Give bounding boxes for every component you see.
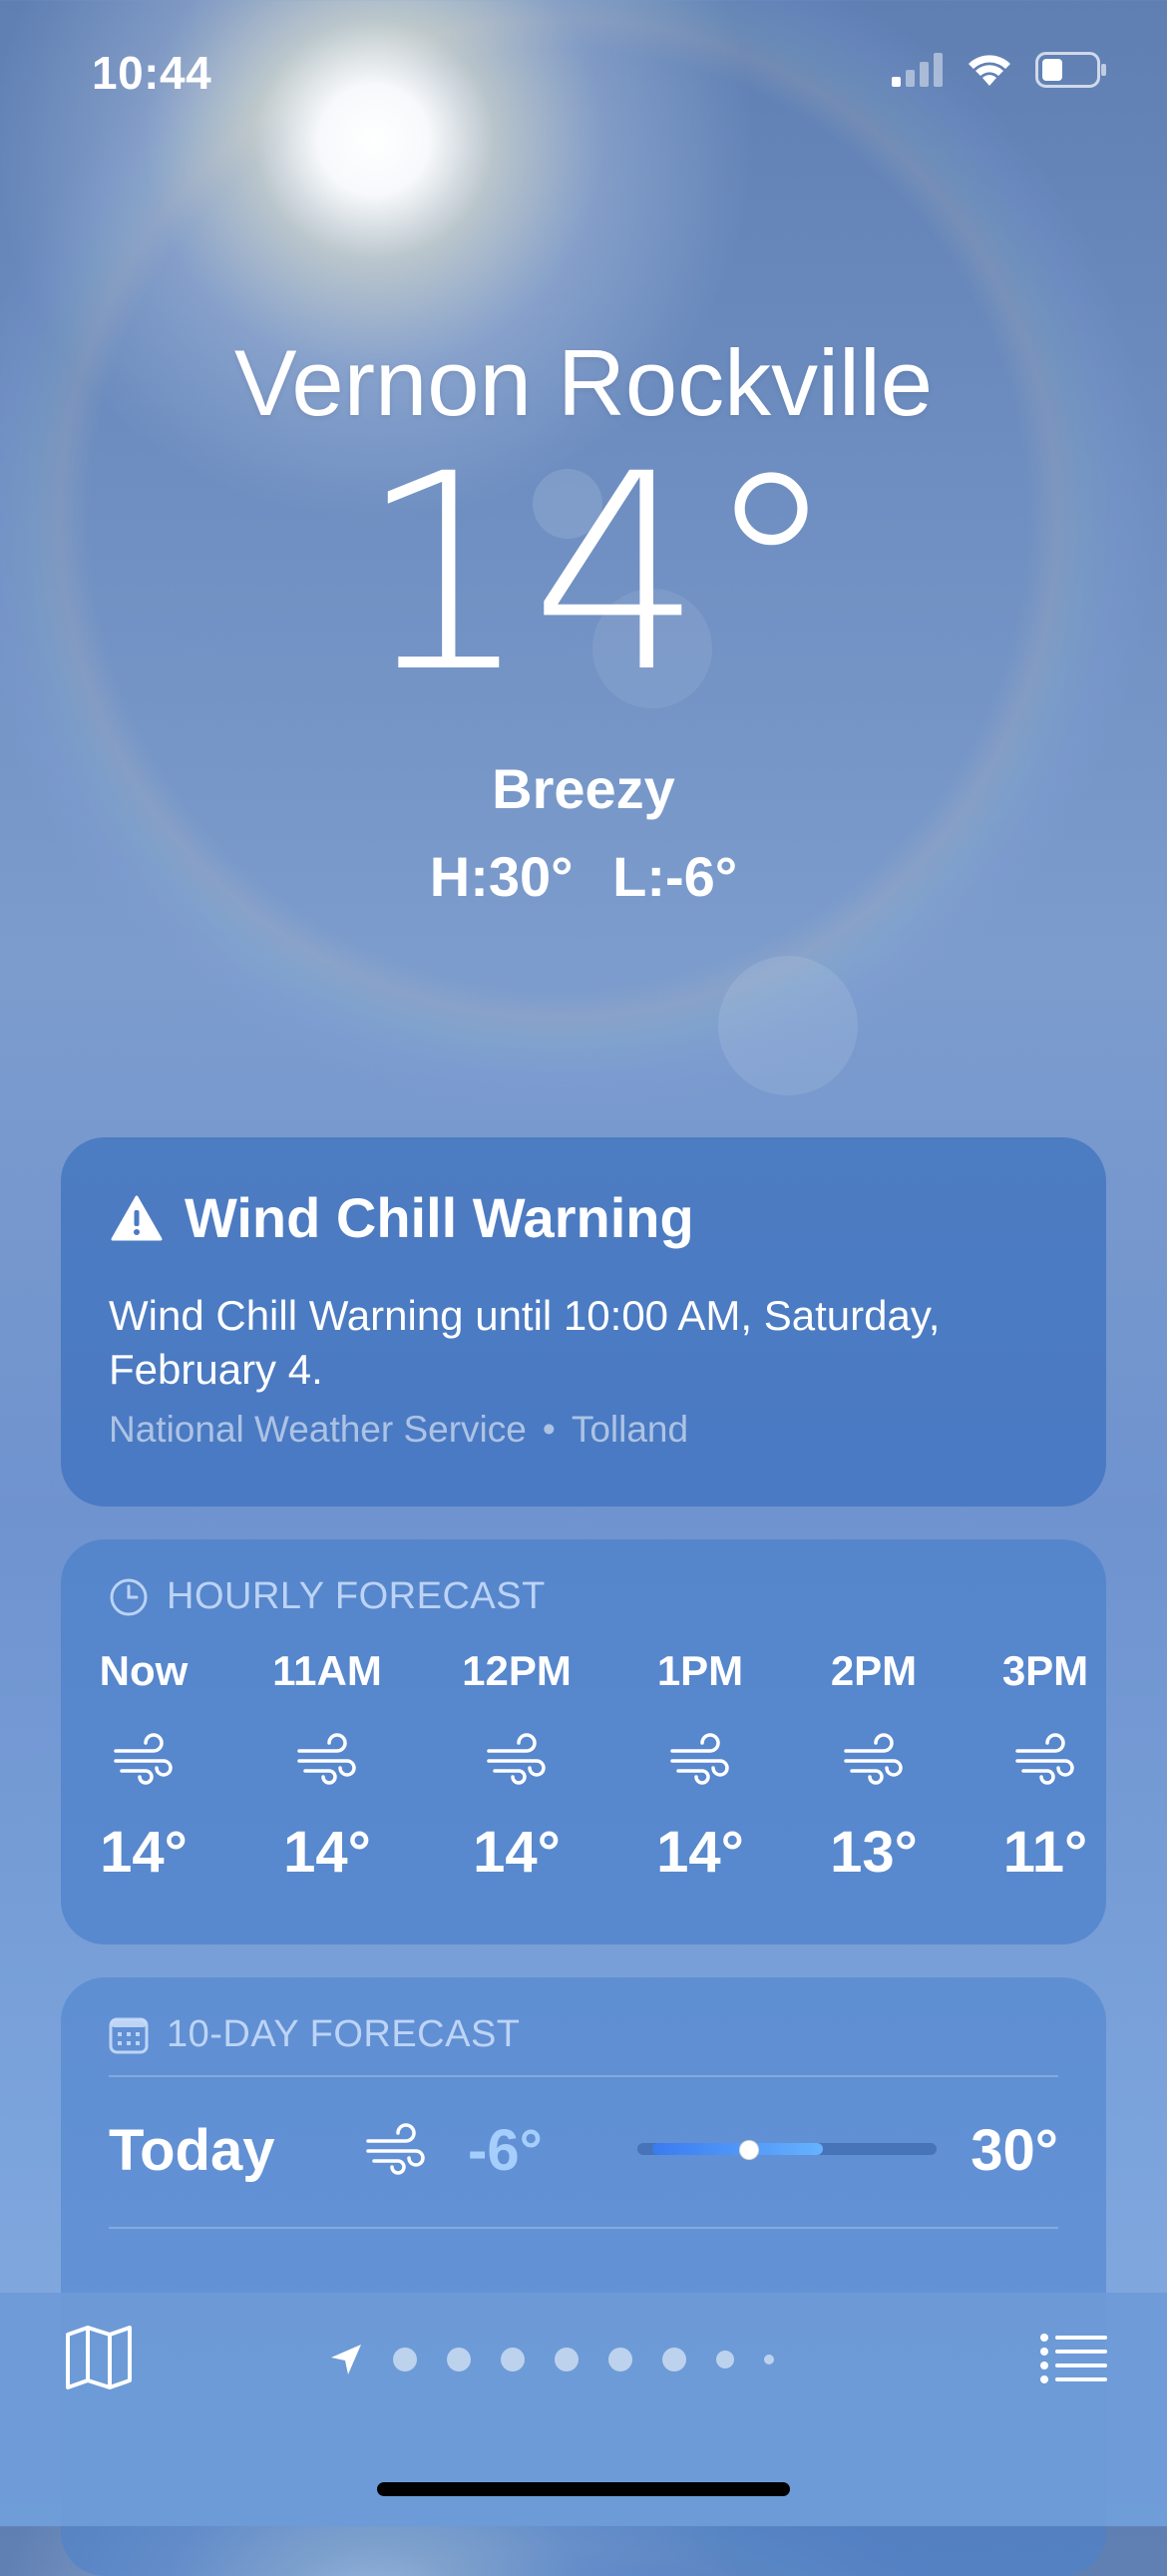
page-dot[interactable]	[501, 2348, 525, 2371]
alert-region: Tolland	[571, 1409, 689, 1450]
hour-label: 12PM	[462, 1647, 572, 1694]
wind-icon	[69, 1699, 218, 1819]
weather-alert-card[interactable]: Wind Chill Warning Wind Chill Warning un…	[61, 1137, 1106, 1506]
day-row[interactable]: Today -6° 30°	[109, 2073, 1058, 2223]
page-dot[interactable]	[447, 2348, 471, 2371]
alert-source-line: National Weather Service • Tolland	[109, 1409, 688, 1451]
wind-icon	[442, 1699, 591, 1819]
cellular-signal-icon	[892, 53, 943, 87]
list-button[interactable]	[1039, 2333, 1107, 2389]
hour-temperature: 14°	[473, 1820, 561, 1885]
hour-label: 3PM	[1001, 1647, 1089, 1694]
hour-temperature: 13°	[830, 1820, 918, 1885]
lens-flare	[718, 956, 858, 1095]
hourly-forecast-header: HOURLY FORECAST	[109, 1575, 546, 1618]
status-time: 10:44	[92, 47, 212, 99]
wind-icon	[364, 2121, 428, 2182]
high-low: H:30° L:-6°	[0, 844, 1167, 909]
map-button[interactable]	[64, 2325, 134, 2395]
hourly-item: 3PM 11°	[971, 1643, 1106, 1886]
page-dot[interactable]	[662, 2348, 686, 2371]
hourly-item: 1PM 14°	[625, 1643, 775, 1886]
wifi-icon	[969, 55, 1010, 86]
page-indicator[interactable]	[329, 2343, 774, 2376]
hour-temperature: 14°	[283, 1820, 371, 1885]
battery-icon	[1035, 52, 1106, 88]
day-name: Today	[109, 2118, 275, 2183]
page-dot[interactable]	[608, 2348, 632, 2371]
current-temperature: 14°	[357, 417, 840, 732]
hour-label: 2PM	[830, 1647, 918, 1694]
home-indicator	[377, 2482, 790, 2496]
location-arrow-icon	[331, 2345, 361, 2374]
calendar-icon	[109, 2017, 149, 2053]
alert-header: Wind Chill Warning	[111, 1185, 694, 1250]
separator-dot: •	[542, 1409, 556, 1450]
wind-icon	[252, 1699, 402, 1819]
hourly-forecast-title: HOURLY FORECAST	[167, 1575, 546, 1617]
hour-temperature: 14°	[656, 1820, 744, 1885]
clock-icon	[110, 1578, 148, 1615]
hour-label: 1PM	[656, 1647, 744, 1694]
alert-source: National Weather Service	[109, 1409, 527, 1450]
page-dot[interactable]	[764, 2355, 774, 2364]
day-high-temp: 30°	[971, 2118, 1058, 2183]
temperature-range-fill	[652, 2143, 823, 2155]
alert-title: Wind Chill Warning	[185, 1186, 694, 1249]
low-temperature: L:-6°	[612, 845, 738, 908]
hour-label: 11AM	[272, 1647, 382, 1694]
wind-icon	[799, 1699, 949, 1819]
current-temperature-marker	[739, 2140, 759, 2160]
hourly-item: 2PM 13°	[799, 1643, 949, 1886]
hourly-item: Now 14°	[69, 1643, 218, 1886]
hour-temperature: 14°	[100, 1820, 188, 1885]
page-dot[interactable]	[555, 2348, 579, 2371]
map-icon	[66, 2326, 132, 2389]
alert-body: Wind Chill Warning until 10:00 AM, Satur…	[109, 1292, 941, 1393]
ten-day-forecast-header: 10-DAY FORECAST	[109, 2013, 521, 2056]
page-dot[interactable]	[716, 2351, 734, 2368]
hour-temperature: 11°	[1002, 1820, 1088, 1885]
page-dot[interactable]	[393, 2348, 417, 2371]
status-icons	[892, 52, 1107, 88]
hourly-forecast-card[interactable]: HOURLY FORECAST Now 14° 11AM 14° 12PM 14° 1PM 1…	[61, 1539, 1106, 1944]
day-low-temp: -6°	[468, 2118, 543, 2183]
current-condition: Breezy	[492, 757, 675, 820]
high-temperature: H:30°	[429, 845, 574, 908]
ten-day-forecast-title: 10-DAY FORECAST	[167, 2013, 521, 2055]
wind-icon	[971, 1699, 1106, 1819]
temperature-range-bar	[637, 2140, 937, 2160]
hour-label: Now	[99, 1647, 189, 1694]
divider	[109, 2227, 1058, 2229]
hourly-item: 11AM 14°	[252, 1643, 402, 1886]
hourly-item: 12PM 14°	[442, 1643, 591, 1886]
wind-icon	[625, 1699, 775, 1819]
warning-icon	[111, 1195, 163, 1240]
list-icon	[1040, 2334, 1107, 2383]
